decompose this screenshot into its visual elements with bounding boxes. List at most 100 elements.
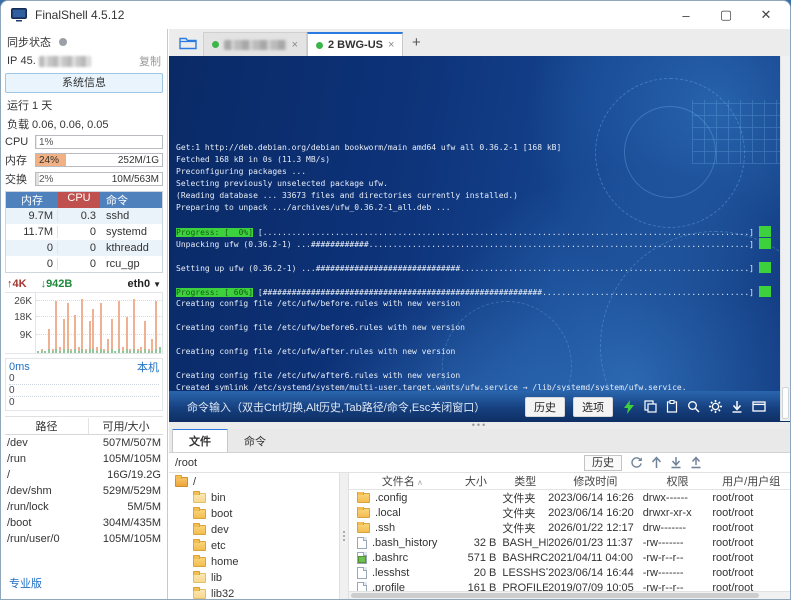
traffic-bar — [144, 293, 146, 353]
search-icon[interactable] — [687, 400, 700, 413]
up-directory-icon[interactable] — [651, 456, 662, 469]
tree-item-home[interactable]: home — [169, 554, 339, 570]
process-row[interactable]: 00kthreadd — [6, 240, 162, 256]
edition-label: 专业版 — [9, 575, 42, 591]
tab-commands[interactable]: 命令 — [228, 430, 282, 452]
column-header[interactable]: 类型 — [502, 473, 548, 489]
session-tab-active[interactable]: 2 BWG-US × — [307, 32, 403, 56]
process-row[interactable]: 11.7M0systemd — [6, 224, 162, 240]
tree-item-boot[interactable]: boot — [169, 506, 339, 522]
copy-icon[interactable] — [644, 400, 657, 413]
download-bar — [52, 351, 54, 353]
download-bar — [126, 349, 128, 353]
file-row[interactable]: .local文件夹2023/06/14 16:20drwxr-xr-xroot/… — [349, 505, 790, 520]
path-bar[interactable]: /root 历史 — [169, 453, 790, 473]
download-bar — [63, 349, 65, 353]
column-header[interactable]: 修改时间 — [548, 473, 643, 489]
traffic-bar — [155, 293, 157, 353]
panel-splitter[interactable]: ••• — [169, 422, 790, 429]
disk-row[interactable]: /run/lock5M/5M — [5, 499, 163, 515]
download-bar — [74, 349, 76, 353]
disk-row[interactable]: /run105M/105M — [5, 451, 163, 467]
process-table: 内存CPU命令 9.7M0.3sshd11.7M0systemd00kthrea… — [5, 191, 163, 273]
folder-link-icon — [193, 573, 206, 583]
network-header: ↑4K ↓942B eth0 ▼ — [7, 278, 161, 290]
session-tab-redacted[interactable]: × — [203, 32, 307, 56]
close-tab-icon[interactable]: × — [292, 39, 298, 51]
copy-ip-button[interactable]: 复制 — [139, 53, 161, 69]
paste-icon[interactable] — [666, 400, 678, 413]
ping-host[interactable]: 本机 — [137, 359, 159, 375]
column-header[interactable]: 大小 — [456, 473, 503, 489]
terminal-scrollbar[interactable] — [780, 56, 790, 421]
download-bar — [48, 349, 50, 353]
column-header[interactable]: 文件名 ∧ — [349, 473, 456, 489]
process-row[interactable]: 9.7M0.3sshd — [6, 208, 162, 224]
scrollbar-thumb[interactable] — [782, 387, 789, 419]
scrollbar-thumb[interactable] — [351, 593, 759, 598]
upload-file-icon[interactable] — [690, 456, 702, 469]
traffic-bar — [103, 293, 105, 353]
chevron-down-icon[interactable]: ▼ — [153, 280, 161, 289]
terminal-text: ........................................… — [460, 264, 749, 273]
interface-select[interactable]: eth0 — [127, 278, 150, 290]
splitter-handle[interactable]: ••• — [472, 423, 487, 428]
file-row[interactable]: .lesshst20 BLESSHST ...2023/06/14 16:44-… — [349, 565, 790, 580]
disk-row[interactable]: /dev507M/507M — [5, 435, 163, 451]
upload-bar — [63, 319, 65, 353]
download-file-icon[interactable] — [670, 456, 682, 469]
path-history-button[interactable]: 历史 — [584, 455, 622, 471]
folder-icon — [193, 525, 206, 535]
download-arrow-icon[interactable] — [731, 400, 743, 413]
new-tab-button[interactable]: + — [403, 29, 429, 56]
disk-cell: /run/user/0 — [5, 533, 89, 545]
disk-row[interactable]: /dev/shm529M/529M — [5, 483, 163, 499]
disk-row[interactable]: /16G/19.2G — [5, 467, 163, 483]
maximize-button[interactable]: ▢ — [706, 1, 746, 29]
disk-row[interactable]: /run/user/0105M/105M — [5, 531, 163, 547]
command-input-bar[interactable]: 命令输入（双击Ctrl切换,Alt历史,Tab路径/命令,Esc关闭窗口） 历史… — [169, 391, 790, 422]
system-info-button[interactable]: 系统信息 — [5, 73, 163, 93]
close-button[interactable]: ✕ — [746, 1, 786, 29]
tree-item-dev[interactable]: dev — [169, 522, 339, 538]
terminal-text: ] — [749, 288, 754, 297]
terminal-text: ........................................… — [369, 240, 750, 249]
history-button[interactable]: 历史 — [525, 397, 565, 417]
tab-files[interactable]: 文件 — [172, 429, 228, 452]
gear-icon[interactable] — [709, 400, 722, 413]
column-header[interactable]: 权限 — [643, 473, 713, 489]
tree-item-bin[interactable]: bin — [169, 490, 339, 506]
terminal-text: Preconfiguring packages ... — [176, 167, 306, 176]
current-path[interactable]: /root — [175, 457, 197, 469]
column-header[interactable]: 用户/用户组 — [712, 473, 790, 489]
terminal-line: Creating config file /etc/ufw/after6.rul… — [176, 370, 790, 382]
new-window-icon[interactable] — [752, 401, 766, 413]
process-cell: rcu_gp — [100, 258, 162, 270]
minimize-button[interactable]: – — [666, 1, 706, 29]
ip-prefix: 45. — [20, 55, 35, 67]
tree-item-etc[interactable]: etc — [169, 538, 339, 554]
file-name: .bashrc — [372, 552, 408, 564]
file-name-cell: .config — [349, 492, 456, 504]
connect-lightning-icon[interactable] — [623, 400, 635, 414]
disk-row[interactable]: /boot304M/435M — [5, 515, 163, 531]
tree-splitter[interactable] — [339, 473, 349, 599]
close-tab-icon[interactable]: × — [388, 39, 394, 51]
options-button[interactable]: 选项 — [573, 397, 613, 417]
horizontal-scrollbar[interactable] — [349, 591, 790, 599]
process-row[interactable]: 00rcu_gp — [6, 256, 162, 272]
tree-item-lib[interactable]: lib — [169, 570, 339, 586]
file-row[interactable]: .config文件夹2023/06/14 16:26drwx------root… — [349, 490, 790, 505]
tree-item-root[interactable]: / — [169, 474, 339, 490]
open-connections-button[interactable] — [173, 29, 203, 56]
file-row[interactable]: .bashrc571 BBASHRC ...2021/04/11 04:00-r… — [349, 550, 790, 565]
tree-item-lib32[interactable]: lib32 — [169, 586, 339, 599]
terminal[interactable]: Get:1 http://deb.debian.org/debian bookw… — [169, 56, 790, 391]
file-cell: BASH_HI... — [502, 537, 548, 549]
file-row[interactable]: .bash_history32 BBASH_HI...2026/01/23 11… — [349, 535, 790, 550]
tree-item-label: lib — [211, 572, 222, 584]
refresh-icon[interactable] — [630, 456, 643, 469]
file-row[interactable]: .ssh文件夹2026/01/22 12:17drw-------root/ro… — [349, 520, 790, 535]
traffic-bar — [59, 293, 61, 353]
folder-link-icon — [193, 589, 206, 599]
